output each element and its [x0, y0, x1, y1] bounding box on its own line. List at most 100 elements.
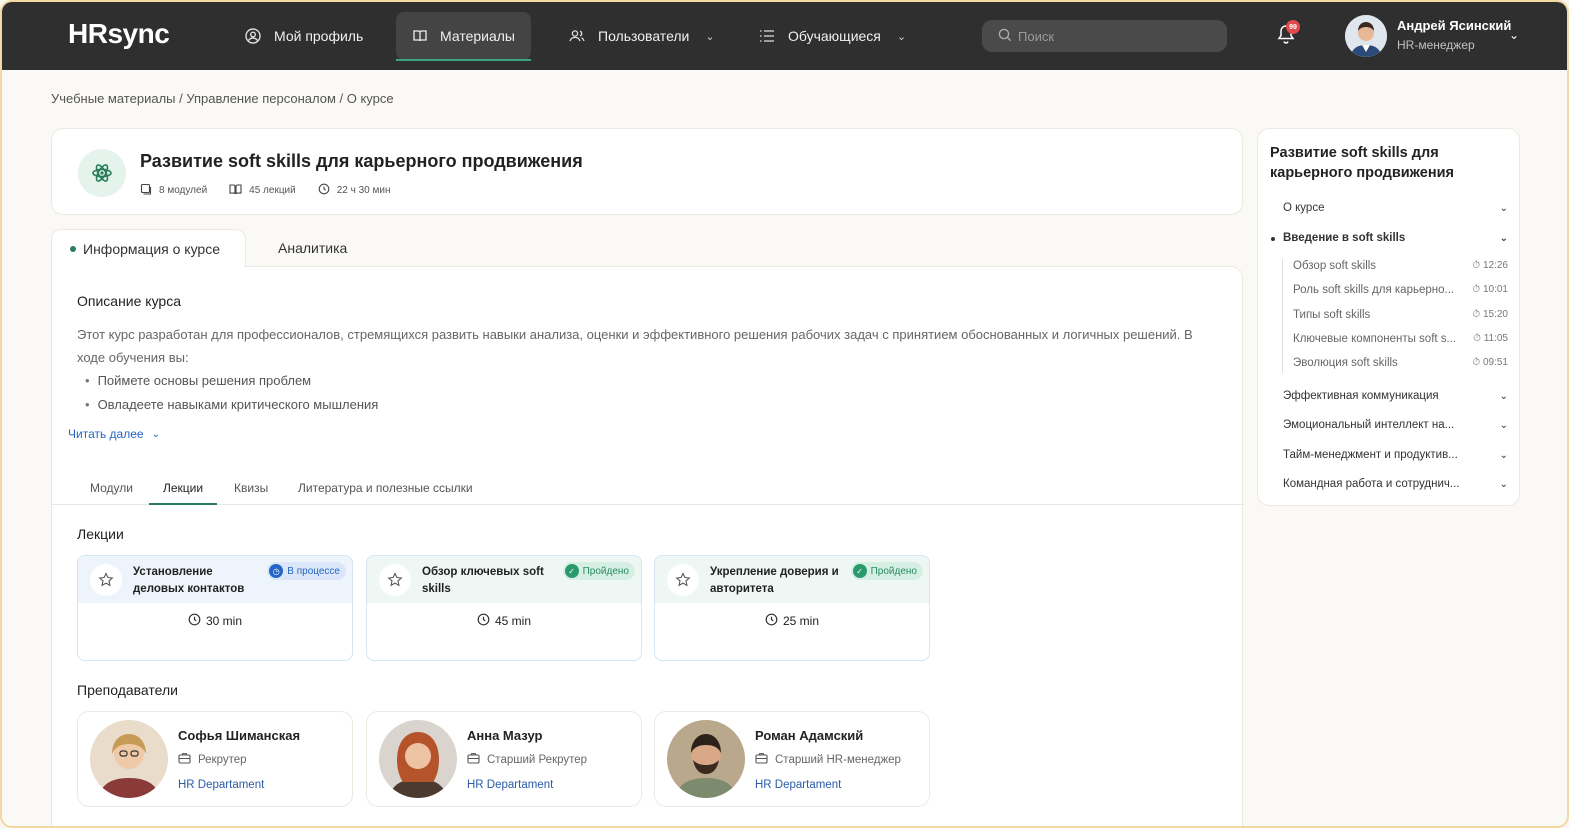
- clock-icon: [318, 183, 330, 198]
- star-icon[interactable]: [90, 564, 122, 596]
- teacher-role: Рекрутер: [178, 752, 247, 767]
- logo[interactable]: HRsync: [68, 18, 170, 50]
- read-more-link[interactable]: Читать далее ⌄: [68, 427, 160, 441]
- list-icon: [758, 27, 776, 45]
- outline-sub-item[interactable]: Обзор soft skills ⏱ 12:26: [1293, 260, 1508, 272]
- time-value: 11:05: [1483, 333, 1508, 344]
- chevron-down-icon: ⌄: [1499, 390, 1508, 402]
- nav-label: Обучающиеся: [788, 28, 881, 44]
- description-list: Поймете основы решения проблем Овладеете…: [85, 369, 379, 417]
- time-value: 12:26: [1482, 260, 1508, 271]
- outline-item[interactable]: Командная работа и сотруднич... ⌄: [1283, 478, 1508, 490]
- outline-item[interactable]: Тайм-менеджмент и продуктив... ⌄: [1283, 449, 1508, 461]
- description-text: Этот курс разработан для профессионалов,…: [77, 327, 1193, 365]
- lecture-duration: 30 min: [78, 613, 352, 629]
- briefcase-icon: [467, 752, 480, 767]
- outline-sub-item[interactable]: Типы soft skills ⏱ 15:20: [1293, 309, 1508, 321]
- star-icon[interactable]: [379, 564, 411, 596]
- lectures-label: 45 лекций: [249, 185, 296, 196]
- clock-icon: [765, 613, 778, 629]
- duration-label: 45 min: [494, 614, 532, 628]
- tab-quizzes[interactable]: Квизы: [234, 481, 268, 505]
- tab-lectures[interactable]: Лекции: [149, 481, 218, 505]
- briefcase-icon: [755, 752, 768, 767]
- active-dot-icon: [1271, 237, 1275, 241]
- user-name[interactable]: Андрей Ясинский: [1397, 18, 1511, 33]
- outline-divider: [1282, 259, 1283, 373]
- lecture-card[interactable]: Укрепление доверия и авторитета ✓ Пройде…: [654, 555, 930, 661]
- outline-item[interactable]: Эмоциональный интеллект на... ⌄: [1283, 419, 1508, 431]
- outline-sub-label: Эволюция soft skills: [1293, 357, 1398, 369]
- nav-materials[interactable]: Материалы: [396, 12, 531, 61]
- teacher-department[interactable]: HR Departament: [178, 779, 264, 791]
- status-label: Пройдено: [582, 565, 629, 577]
- chevron-down-icon: ⌄: [1499, 449, 1508, 461]
- tab-label: Информация о курсе: [83, 240, 220, 257]
- tab-modules[interactable]: Модули: [90, 481, 133, 505]
- outline-label: Тайм-менеджмент и продуктив...: [1283, 449, 1458, 461]
- teachers-title: Преподаватели: [77, 682, 178, 698]
- search-icon: [998, 28, 1012, 45]
- outline-item-intro[interactable]: Введение в soft skills ⌄: [1283, 232, 1508, 244]
- top-navigation-bar: HRsync Мой профиль Материалы Пользовател…: [2, 2, 1567, 70]
- avatar: [379, 720, 457, 798]
- tab-analytics[interactable]: Аналитика: [260, 229, 365, 267]
- lectures-title: Лекции: [77, 526, 124, 542]
- briefcase-icon: [178, 752, 191, 767]
- chevron-down-icon: ⌄: [896, 30, 907, 43]
- clock-icon: [188, 613, 201, 629]
- teacher-role: Старший Рекрутер: [467, 752, 587, 767]
- avatar[interactable]: [1345, 15, 1387, 57]
- lecture-name: Обзор ключевых soft skills: [422, 566, 544, 595]
- outline-label: Эмоциональный интеллект на...: [1283, 419, 1455, 431]
- outline-sub-item[interactable]: Эволюция soft skills ⏱ 09:51: [1293, 357, 1508, 369]
- avatar: [667, 720, 745, 798]
- role-label: Старший Рекрутер: [487, 753, 588, 766]
- duration-label: 30 min: [205, 614, 243, 628]
- outline-sub-time: ⏱ 10:01: [1472, 284, 1508, 295]
- outline-item[interactable]: Эффективная коммуникация ⌄: [1283, 390, 1508, 402]
- teacher-card[interactable]: Софья Шиманская Рекрутер HR Departament: [77, 711, 353, 807]
- breadcrumb[interactable]: Учебные материалы / Управление персонало…: [51, 91, 394, 106]
- modules-label: 8 модулей: [159, 185, 208, 196]
- modules-icon: [140, 183, 152, 198]
- nav-label: Мой профиль: [274, 28, 364, 44]
- tab-label: Аналитика: [278, 240, 348, 256]
- outline-sub-time: ⏱ 09:51: [1472, 357, 1508, 368]
- course-info-panel: Описание курса Этот курс разработан для …: [51, 266, 1244, 826]
- page-title: Развитие soft skills для карьерного прод…: [140, 151, 583, 171]
- outline-item-about[interactable]: О курсе ⌄: [1283, 202, 1508, 214]
- course-meta: 8 модулей 45 лекций 22 ч 30 мин: [140, 183, 391, 198]
- nav-label: Материалы: [440, 28, 515, 44]
- teacher-department[interactable]: HR Departament: [467, 779, 553, 791]
- chevron-down-icon[interactable]: ⌄: [1509, 28, 1519, 42]
- check-icon: ✓: [852, 564, 867, 578]
- lecture-name: Укрепление доверия и авторитета: [710, 566, 839, 595]
- lecture-card[interactable]: Установление деловых контактов ◷ В проце…: [77, 555, 353, 661]
- role-label: Старший HR-менеджер: [775, 753, 901, 766]
- nav-users[interactable]: Пользователи ⌄: [552, 12, 731, 60]
- lecture-card[interactable]: Обзор ключевых soft skills ✓ Пройдено 45…: [366, 555, 642, 661]
- tab-course-info[interactable]: Информация о курсе: [51, 229, 246, 267]
- user-role: HR-менеджер: [1397, 38, 1475, 52]
- clock-icon: [477, 613, 490, 629]
- star-icon[interactable]: [667, 564, 699, 596]
- status-badge: ✓ Пройдено: [850, 562, 923, 580]
- lecture-name: Установление деловых контактов: [133, 566, 245, 595]
- teacher-card[interactable]: Роман Адамский Старший HR-менеджер HR De…: [654, 711, 930, 807]
- users-icon: [568, 27, 586, 45]
- outline-sub-label: Роль soft skills для карьерно...: [1293, 284, 1455, 296]
- search-box[interactable]: [982, 20, 1227, 52]
- notification-badge: 99: [1286, 20, 1300, 34]
- teacher-department[interactable]: HR Departament: [755, 779, 841, 791]
- outline-sub-item[interactable]: Роль soft skills для карьерно... ⏱ 10:01: [1293, 284, 1508, 296]
- teacher-card[interactable]: Анна Мазур Старший Рекрутер HR Departame…: [366, 711, 642, 807]
- outline-sub-item[interactable]: Ключевые компоненты soft s... ⏱ 11:05: [1293, 333, 1508, 345]
- nav-my-profile[interactable]: Мой профиль: [228, 12, 379, 60]
- tab-literature[interactable]: Литература и полезные ссылки: [298, 481, 473, 505]
- time-value: 09:51: [1482, 357, 1508, 368]
- chevron-down-icon: ⌄: [1499, 202, 1508, 214]
- check-icon: ✓: [564, 564, 579, 578]
- nav-learners[interactable]: Обучающиеся ⌄: [742, 12, 922, 60]
- search-input[interactable]: [1018, 28, 1208, 44]
